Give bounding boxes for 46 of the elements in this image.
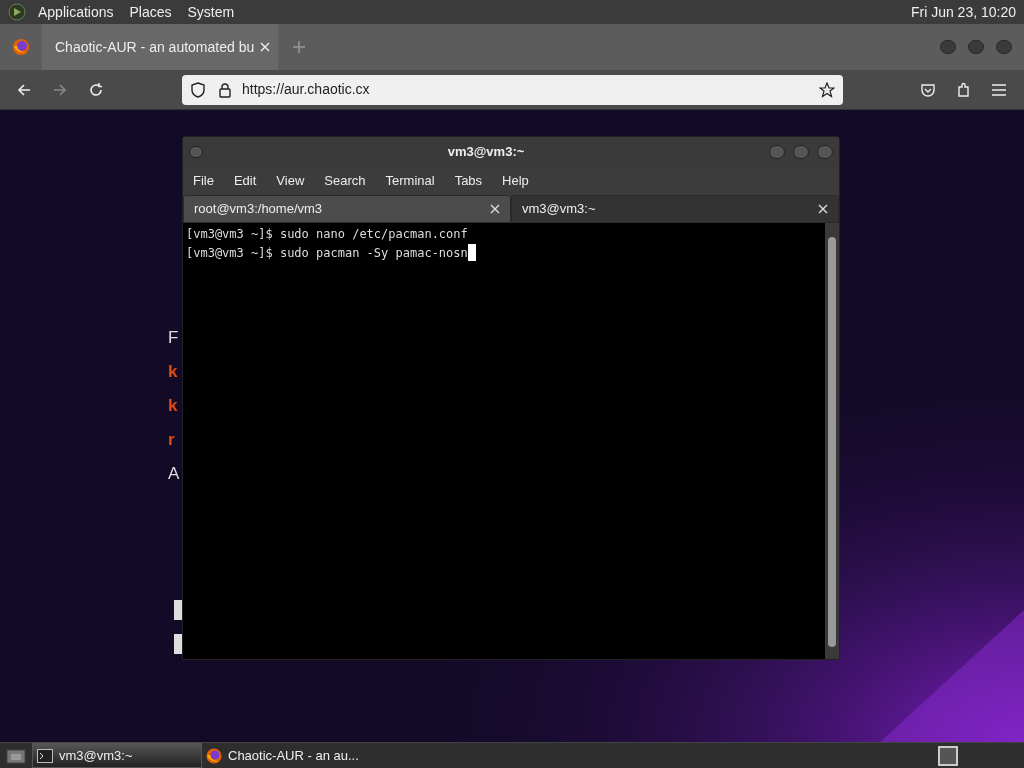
taskbar-button[interactable]: Chaotic-AUR - an au... xyxy=(202,743,372,768)
browser-tab[interactable]: Chaotic-AUR - an automated bu xyxy=(42,24,279,70)
menu-item[interactable]: Search xyxy=(324,171,366,191)
terminal-icon xyxy=(37,748,53,763)
close-tab-icon[interactable] xyxy=(490,204,500,214)
terminal-line: [vm3@vm3 ~]$ sudo nano /etc/pacman.conf xyxy=(186,226,468,243)
lock-icon xyxy=(218,81,232,98)
reload-icon[interactable] xyxy=(88,81,104,98)
pocket-icon[interactable] xyxy=(920,81,936,98)
menu-logo-icon[interactable] xyxy=(8,3,26,21)
window-title: vm3@vm3:~ xyxy=(446,143,526,162)
panel-menu[interactable]: Applications xyxy=(38,1,114,23)
terminal-tab[interactable]: root@vm3:/home/vm3 xyxy=(183,195,511,223)
terminal-tab[interactable]: vm3@vm3:~ xyxy=(511,195,839,223)
panel-menu[interactable]: Places xyxy=(129,1,172,23)
back-icon[interactable] xyxy=(16,81,32,98)
taskbar-button[interactable]: vm3@vm3:~ xyxy=(32,743,202,768)
clock[interactable]: Fri Jun 23, 10:20 xyxy=(910,1,1016,23)
page-text: F xyxy=(168,327,180,349)
workspace-switcher[interactable] xyxy=(938,745,958,766)
page-text: A xyxy=(168,463,180,485)
menu-icon[interactable] xyxy=(992,83,1006,96)
menu-item[interactable]: Help xyxy=(502,171,529,191)
menu-item[interactable]: Edit xyxy=(233,171,257,191)
url-text: https://aur.chaotic.cx xyxy=(242,80,370,99)
firefox-icon[interactable] xyxy=(12,38,30,56)
page-text: r xyxy=(168,429,176,451)
scrollbar[interactable] xyxy=(825,223,839,659)
shield-icon[interactable] xyxy=(190,81,206,98)
show-desktop-icon[interactable] xyxy=(6,746,26,765)
bookmark-star-icon[interactable] xyxy=(819,81,835,98)
menu-item[interactable]: Tabs xyxy=(454,171,483,191)
menu-item[interactable]: File xyxy=(193,171,214,191)
menu-item[interactable]: Terminal xyxy=(385,171,435,191)
terminal-line: [vm3@vm3 ~]$ sudo pacman -Sy pamac-nosn xyxy=(186,245,468,262)
firefox-icon xyxy=(206,747,222,764)
close-tab-icon[interactable] xyxy=(260,42,271,52)
page-text: k xyxy=(168,395,179,417)
panel-menu[interactable]: System xyxy=(187,1,235,23)
text-cursor xyxy=(467,244,476,261)
url-bar[interactable]: https://aur.chaotic.cx xyxy=(182,74,843,105)
menu-item[interactable]: View xyxy=(276,171,305,191)
page-text: k xyxy=(168,361,179,383)
extensions-icon[interactable] xyxy=(956,81,972,98)
forward-icon[interactable] xyxy=(52,81,68,98)
close-tab-icon[interactable] xyxy=(818,204,828,214)
